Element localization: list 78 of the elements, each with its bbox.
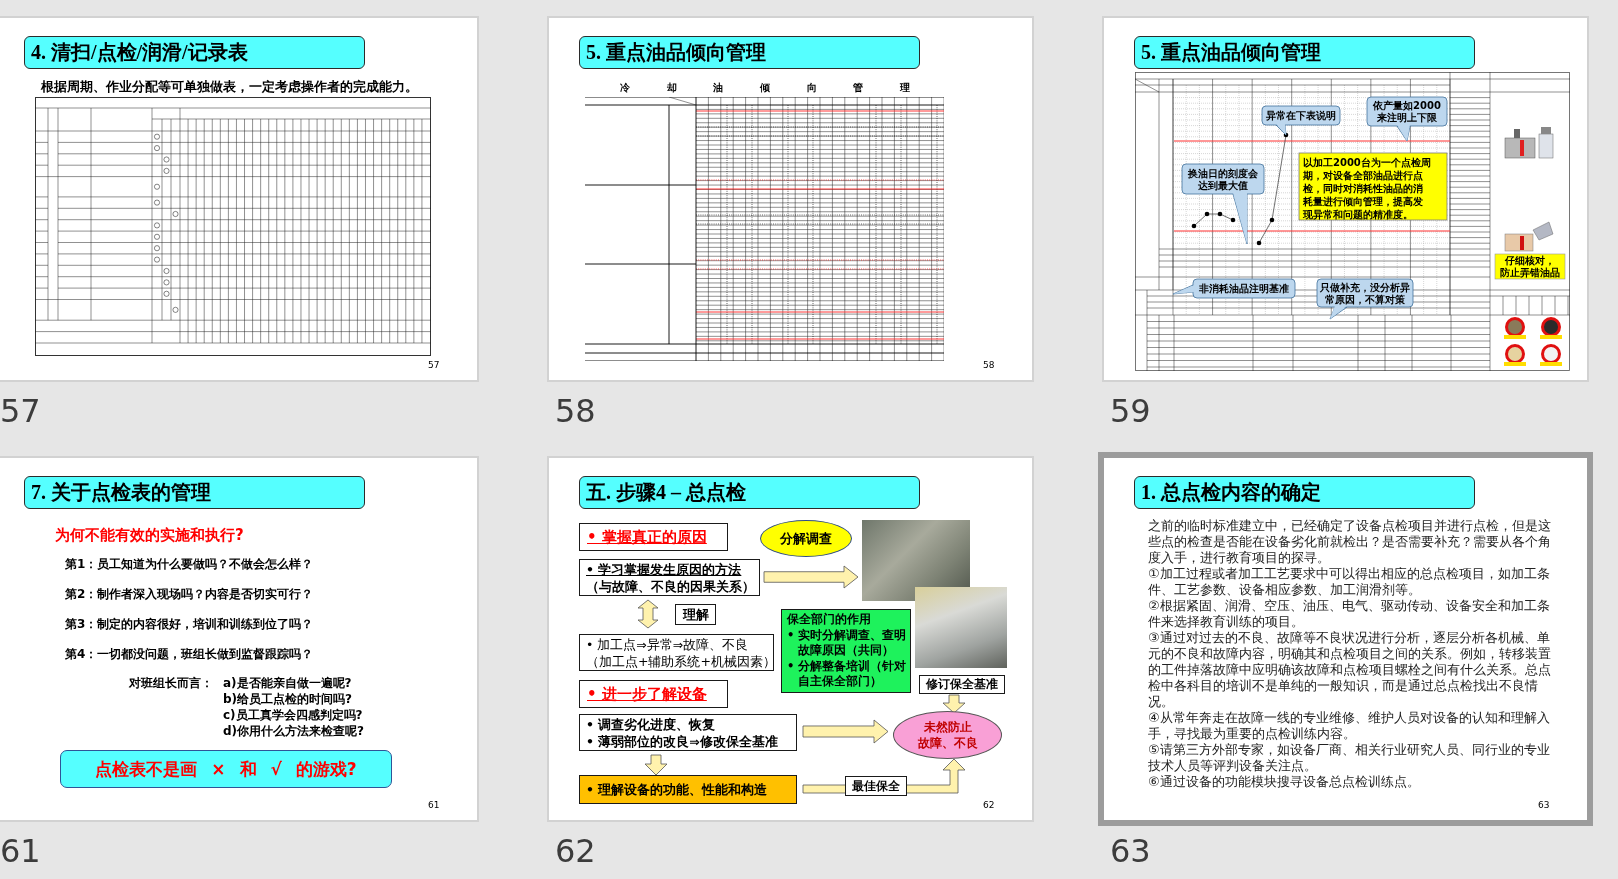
body-paragraph: 之前的临时标准建立中，已经确定了设备点检项目并进行点检，但是这些点的检查是否能在设备劣化前就检出？是否需要补充？需要从各个角度入手，进行教育项目的探寻。 <box>1148 518 1552 566</box>
function-box: • 理解设备的功能、性能和构造 <box>579 775 797 804</box>
body-paragraph: ⑥通过设备的功能模块搜寻设备总点检训练点。 <box>1148 774 1421 790</box>
down-arrow <box>942 694 966 714</box>
page-number: 63 <box>1538 800 1550 810</box>
revise-standard-box: 修订保全基准 <box>919 675 1005 694</box>
down-arrow <box>644 754 668 776</box>
body-paragraph: ⑤请第三方外部专家，如设备厂商、相关行业研究人员、同行业的专业技术人员等评判设备关注点。 <box>1148 742 1551 774</box>
slide-title: 5. 重点油品倾向管理 <box>579 36 920 69</box>
slide-title: 五. 步骤4 – 总点检 <box>579 476 920 509</box>
body-paragraph: ②根据紧固、润滑、空压、油压、电气、驱动传动、设备安全和加工条件来选择教育训练的项目。 <box>1148 598 1551 630</box>
sheet-heading: 冷 却 油 倾 向 管 理 <box>620 82 910 94</box>
data-point <box>1204 211 1210 217</box>
action-box: • 调查劣化进度、恢复 • 薄弱部位的改良⇒修改保全基准 <box>579 714 797 751</box>
data-point <box>1191 223 1197 229</box>
numbered-question: 第3：制定的内容很好，培训和训练到位了吗？ <box>65 617 315 631</box>
data-point <box>1269 217 1275 223</box>
leader-question: b)给员工点检的时间吗? <box>223 691 354 707</box>
body-paragraph: ①加工过程或者加工工艺要求中可以得出相应的总点检项目，如加工条件、工艺参数、设备相应参数、加工润滑剂等。 <box>1148 566 1551 598</box>
sample-ring-icon <box>1504 317 1526 339</box>
page-number: 58 <box>983 360 995 370</box>
callout: 依产量如2000 来注明上下限 <box>1366 96 1448 142</box>
leader-question: d)你用什么方法来检查呢? <box>223 723 365 739</box>
callout: 换油日的刻度会 达到最大值 <box>1181 163 1265 245</box>
sample-ring-icon <box>1540 344 1562 366</box>
page-number: 62 <box>983 800 995 810</box>
tank-icon <box>1504 127 1554 159</box>
banner: 点检表不是画 × 和 √ 的游戏? <box>60 750 392 788</box>
department-role-box: 保全部门的作用 • 实时分解调查、查明故障原因（共同） • 分解整备培训（针对自主保全部门） <box>781 609 911 693</box>
sample-ring-icon <box>1504 344 1526 366</box>
trend-line <box>1193 213 1234 227</box>
data-point <box>1256 240 1262 246</box>
process-box: • 加工点⇒异常⇒故障、不良 （加工点+辅助系统+机械因素） <box>579 634 774 671</box>
slide-number: 59 <box>1109 394 1152 428</box>
understand-label-box: 理解 <box>675 604 716 625</box>
numbered-question: 第4：一切都没问题，班组长做到监督跟踪吗？ <box>65 647 315 661</box>
slide-subtitle: 根据周期、作业分配等可单独做表，一定考虑操作者的完成能力。 <box>41 79 419 95</box>
body-paragraph: ④从常年奔走在故障一线的专业维修、维护人员对设备的认知和理解入手，寻找最为重要的点检训练内容。 <box>1148 710 1551 742</box>
slide-thumbnail[interactable]: 4. 清扫/点检/润滑/记录表 根据周期、作业分配等可单独做表，一定考虑操作者的完成能力。 57 <box>0 16 479 382</box>
slide-thumbnail[interactable]: 5. 重点油品倾向管理 异常在下表说明 依产量如2000 来注明上下限 换油日的刻度会 达到最大值 以加工2000台为一个点检周 期，对设备全部油品进行点 检，同时对消耗性油品的消 耗量进行倾向管理，提高发 现异常和问题的精准度。 仔细核对， 防止弄错油品 非消耗油品注明基准 只做补充，没分析异 常原因，不算对策 <box>1102 16 1589 382</box>
body-paragraph: ③通过对过去的不良、故障等不良状况进行分析，逐层分析各机械、单元的不良和故障内容，明确其和点检项目之间的关系。例如，转移装置的工件掉落故障中应明确该故障和点检项目螺栓之间有什么关系。总点检中各科目的培训不是单纯的一般知识，而是通过总点检找出不良情况。 <box>1148 630 1552 710</box>
slide-title: 5. 重点油品倾向管理 <box>1134 36 1475 69</box>
slide-title: 4. 清扫/点检/润滑/记录表 <box>24 36 365 69</box>
page-number: 61 <box>428 800 440 810</box>
cause-heading-box: • 掌握真正的原因 <box>579 523 728 551</box>
leader-question: a)是否能亲自做一遍呢? <box>223 675 353 691</box>
slide-number: 57 <box>0 394 42 428</box>
method-box: • 学习掌握发生原因的方法 （与故障、不良的因果关系） <box>579 559 760 596</box>
page-number: 57 <box>428 360 440 370</box>
data-point <box>1217 211 1223 217</box>
leader-question: c)员工真学会四感判定吗? <box>223 707 364 723</box>
slide-number: 63 <box>1109 834 1152 868</box>
oil-pump-icon <box>1504 221 1554 252</box>
leader-label: 对班组长而言： <box>129 675 214 692</box>
note-box: 以加工2000台为一个点检周 期，对设备全部油品进行点 检，同时对消耗性油品的消 耗量进行倾向管理，提高发 现异常和问题的精准度。 <box>1298 152 1448 221</box>
goal-ellipse: 未然防止 故障、不良 <box>893 711 1002 759</box>
slide-thumbnail[interactable]: 5. 重点油品倾向管理 冷 却 油 倾 向 管 理 58 <box>547 16 1034 382</box>
slide-number: 62 <box>554 834 597 868</box>
question-heading: 为何不能有效的实施和执行? <box>55 526 245 544</box>
numbered-question: 第2：制作者深入现场吗？内容是否切实可行？ <box>65 587 315 601</box>
slide-thumbnail[interactable] <box>547 456 1034 822</box>
slide-title: 1. 总点检内容的确定 <box>1134 476 1475 509</box>
warning-label: 仔细核对， 防止弄错油品 <box>1494 253 1566 280</box>
slide-number: 61 <box>0 834 42 868</box>
investigate-ellipse: 分解调查 <box>760 520 852 557</box>
callout: 非消耗油品注明基准 <box>1172 278 1296 299</box>
slide-thumbnail[interactable] <box>1098 452 1593 826</box>
numbered-question: 第1：员工知道为什么要做吗？不做会怎么样？ <box>65 557 315 571</box>
callout: 只做补充，没分析异 常原因，不算对策 <box>1316 278 1414 320</box>
data-point <box>1230 217 1236 223</box>
best-maintenance-box: 最佳保全 <box>845 776 907 796</box>
slide-title: 7. 关于点检表的管理 <box>24 476 365 509</box>
callout: 异常在下表说明 <box>1261 105 1341 136</box>
slide-thumbnail[interactable]: 7. 关于点检表的管理 为何不能有效的实施和执行? 第1：员工知道为什么要做吗？不做会怎么样？ 第2：制作者深入现场吗？内容是否切实可行？ 第3：制定的内容很好，培训和训练到位了吗？ 第4：一切都没问题，班组长做到监督跟踪吗？ 对班组长而言： a)是否能亲自做一遍呢? b)给员工点检的时间吗? c)员工真学会四感判定吗? d)你用什么方法来检查呢? 点检表不是画 × 和 √ 的游戏? 61 <box>0 456 479 822</box>
sample-ring-icon <box>1540 317 1562 339</box>
double-arrow <box>637 599 659 629</box>
slide-number: 58 <box>554 394 597 428</box>
equipment-heading-box: • 进一步了解设备 <box>579 680 728 708</box>
